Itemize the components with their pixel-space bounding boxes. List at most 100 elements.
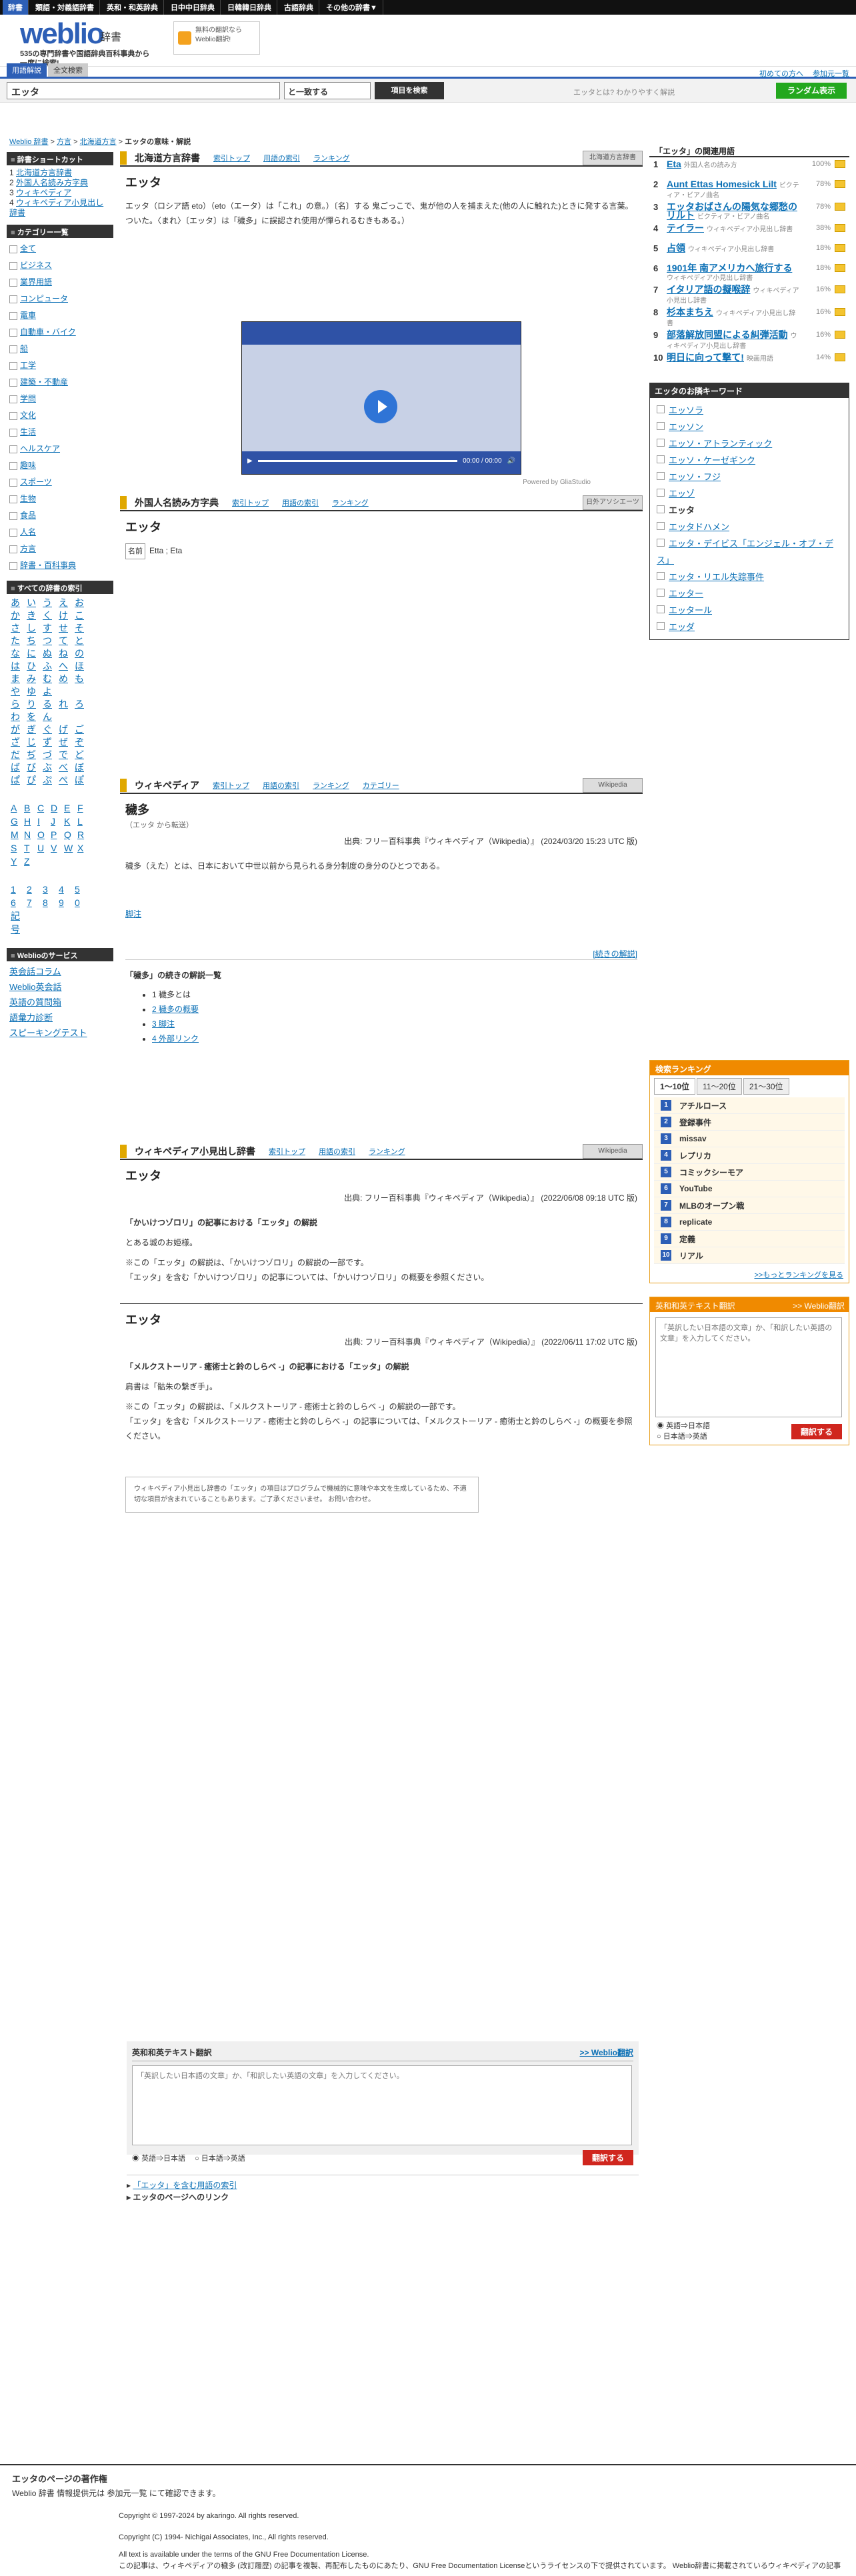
alpha-link[interactable]: B [24, 801, 37, 815]
category-link[interactable]: 文化 [20, 407, 36, 424]
kana-link[interactable]: ど [75, 749, 91, 761]
match-mode-select[interactable]: と一致する [284, 81, 371, 99]
kana-link[interactable]: り [27, 698, 43, 711]
alpha-link[interactable]: S [11, 841, 24, 855]
category-link[interactable]: 趣味 [20, 457, 36, 474]
volume-icon[interactable]: 🔊 [507, 457, 515, 465]
service-link[interactable]: スピーキングテスト [9, 1028, 87, 1038]
shortcut-link[interactable]: ウィキペディア [16, 188, 71, 197]
shortcut-item[interactable]: 1 北海道方言辞書 [9, 168, 111, 178]
category-item[interactable]: 人名 [9, 524, 111, 541]
related-term[interactable]: 明日に向って撃て! 映画用語 [667, 353, 800, 363]
category-item[interactable]: ビジネス [9, 257, 111, 274]
kana-link[interactable]: そ [75, 622, 91, 635]
ranking-term[interactable]: リアル [679, 1250, 703, 1261]
kana-link[interactable]: あ [11, 597, 27, 609]
related-link[interactable]: 1901年 南アメリカへ旅行する [667, 263, 792, 273]
kana-link[interactable]: れ [59, 698, 75, 711]
service-item[interactable]: スピーキングテスト [9, 1025, 111, 1041]
keyword-link[interactable]: エッター [669, 589, 703, 599]
related-item[interactable]: 3 エッタおばさんの陽気な郷愁のリルト ビクティア・ビアノ曲名 78% [653, 202, 845, 221]
kana-link[interactable]: づ [43, 749, 59, 761]
ranking-row[interactable]: 4 レプリカ [654, 1147, 845, 1164]
ranking-row[interactable]: 5 コミックシーモア [654, 1164, 845, 1181]
alpha-link[interactable]: W [64, 841, 77, 855]
ranking-term[interactable]: missav [679, 1134, 707, 1143]
kana-link[interactable]: め [59, 673, 75, 685]
continuation-link[interactable]: 2 穢多の概要 [152, 1005, 199, 1014]
kana-link[interactable]: ぽ [75, 774, 91, 787]
keyword-link[interactable]: エッダ [669, 622, 695, 632]
keyword-item[interactable]: エッソラ [657, 402, 842, 419]
kana-link[interactable]: ぢ [27, 749, 43, 761]
keyword-item[interactable]: エッタール [657, 602, 842, 619]
related-term[interactable]: テイラー ウィキペディア小見出し辞書 [667, 223, 800, 234]
category-link[interactable]: ビジネス [20, 257, 52, 274]
category-link[interactable]: ヘルスケア [20, 441, 60, 457]
kana-link[interactable]: ぼ [75, 761, 91, 774]
kana-link[interactable]: ひ [27, 660, 43, 673]
first-time-link[interactable]: 初めての方へ [759, 68, 803, 79]
ranking-row[interactable]: 10 リアル [654, 1247, 845, 1264]
related-term[interactable]: 杉本まちえ ウィキペディア小見出し辞書 [667, 307, 800, 328]
category-link[interactable]: 電車 [20, 307, 36, 324]
number-link[interactable]: 5 [75, 883, 91, 896]
category-item[interactable]: 業界用語 [9, 274, 111, 291]
category-link[interactable]: 生物 [20, 491, 36, 507]
translate-button[interactable]: 翻訳する [582, 2150, 633, 2165]
category-item[interactable]: 全て [9, 241, 111, 257]
source-badge[interactable]: Wikipedia [583, 778, 643, 793]
kana-link[interactable]: ぎ [27, 723, 43, 736]
kana-link[interactable]: い [27, 597, 43, 609]
related-term[interactable]: イタリア語の擬喉辞 ウィキペディア小見出し辞書 [667, 285, 800, 305]
alpha-link[interactable]: C [37, 801, 51, 815]
continuation-item[interactable]: 3 脚注 [152, 1017, 637, 1031]
related-term[interactable]: Eta 外国人名の読み方 [667, 159, 800, 170]
kana-link[interactable]: を [27, 711, 43, 723]
keyword-link[interactable]: エッゾ [669, 489, 695, 499]
sources-link[interactable]: 参加元一覧 [813, 68, 849, 79]
topnav-item[interactable]: 辞書 [3, 0, 29, 15]
keyword-link[interactable]: エッソ・アトランティック [669, 439, 772, 449]
category-link[interactable]: 全て [20, 241, 36, 257]
alpha-link[interactable]: K [64, 815, 77, 828]
kana-link[interactable]: る [43, 698, 59, 711]
topnav-item[interactable]: 古語辞典 [279, 0, 319, 15]
en-ja-radio[interactable]: ◉ 英語⇒日本語 [132, 2153, 185, 2163]
weblio-logo[interactable]: weblio [20, 17, 105, 51]
shortcut-item[interactable]: 2 外国人名読み方字典 [9, 178, 111, 188]
keyword-item[interactable]: エッソ・ケーゼギンク [657, 452, 842, 469]
keyword-item[interactable]: エッタ・リエル失踪事件 [657, 569, 842, 585]
alpha-link[interactable]: Y [11, 855, 24, 868]
kana-link[interactable]: お [75, 597, 91, 609]
kana-link[interactable]: ぴ [27, 774, 43, 787]
keyword-item[interactable]: エッダ [657, 619, 842, 635]
service-item[interactable]: 語彙力診断 [9, 1010, 111, 1025]
kana-link[interactable]: ち [27, 635, 43, 647]
kana-link[interactable]: む [43, 673, 59, 685]
index-link[interactable]: 「エッタ」を含む用語の索引 [133, 2181, 237, 2190]
alpha-link[interactable]: L [77, 815, 91, 828]
category-item[interactable]: 食品 [9, 507, 111, 524]
kana-link[interactable]: え [59, 597, 75, 609]
kana-link[interactable]: ざ [11, 736, 27, 749]
ranking-tab[interactable]: 1〜10位 [654, 1078, 696, 1095]
random-button[interactable]: ランダム表示 [776, 83, 847, 99]
ranking-term[interactable]: 定義 [679, 1233, 695, 1245]
ranking-term[interactable]: replicate [679, 1217, 712, 1227]
ranking-row[interactable]: 6 YouTube [654, 1181, 845, 1197]
related-term[interactable]: 占領 ウィキペディア小見出し辞書 [667, 243, 800, 254]
related-link[interactable]: 明日に向って撃て! [667, 352, 744, 363]
kana-link[interactable]: び [27, 761, 43, 774]
category-link[interactable]: 方言 [20, 541, 36, 557]
kana-link[interactable]: み [27, 673, 43, 685]
category-link[interactable]: スポーツ [20, 474, 52, 491]
alpha-link[interactable]: J [51, 815, 64, 828]
kana-link[interactable] [75, 711, 91, 723]
kana-link[interactable]: な [11, 647, 27, 660]
crumb-link[interactable]: 方言 [57, 138, 71, 146]
alpha-link[interactable]: I [37, 815, 51, 828]
term-index-link[interactable]: 用語の索引 [263, 153, 300, 163]
related-item[interactable]: 8 杉本まちえ ウィキペディア小見出し辞書 16% [653, 307, 845, 328]
category-item[interactable]: 学問 [9, 391, 111, 407]
